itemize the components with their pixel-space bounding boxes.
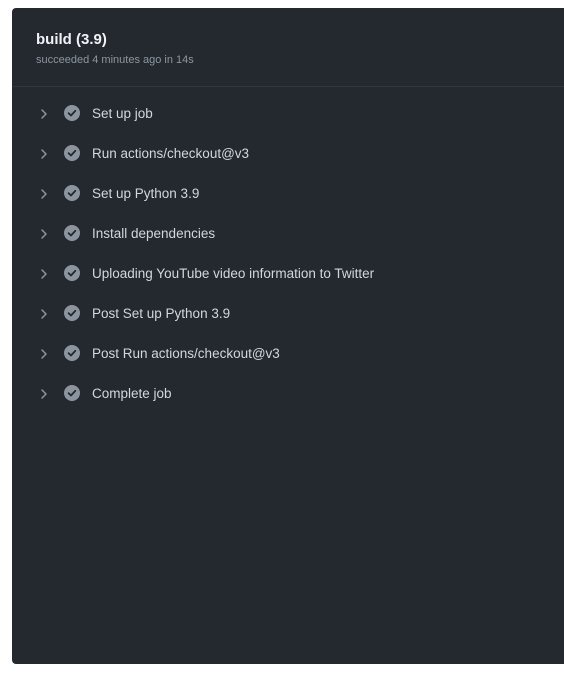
chevron-right-icon[interactable] [39, 107, 49, 121]
job-log-panel: build (3.9) succeeded 4 minutes ago in 1… [12, 8, 564, 664]
check-circle-icon [64, 105, 80, 121]
step-label: Complete job [92, 386, 172, 401]
step-label: Post Set up Python 3.9 [92, 306, 231, 321]
step-set-up-job[interactable]: Set up job [12, 94, 564, 134]
check-circle-icon [64, 185, 80, 201]
step-label: Post Run actions/checkout@v3 [92, 346, 280, 361]
step-label: Install dependencies [92, 226, 216, 241]
check-circle-icon [64, 265, 80, 281]
step-label: Set up Python 3.9 [92, 186, 200, 201]
chevron-right-icon[interactable] [39, 227, 49, 241]
chevron-right-icon[interactable] [39, 187, 49, 201]
job-title: build (3.9) [36, 31, 107, 48]
step-complete-job[interactable]: Complete job [12, 374, 564, 414]
chevron-right-icon[interactable] [39, 387, 49, 401]
job-header: build (3.9) succeeded 4 minutes ago in 1… [12, 8, 564, 87]
step-post-run-actions-checkout[interactable]: Post Run actions/checkout@v3 [12, 334, 564, 374]
step-install-dependencies[interactable]: Install dependencies [12, 214, 564, 254]
chevron-right-icon[interactable] [39, 147, 49, 161]
chevron-right-icon[interactable] [39, 267, 49, 281]
step-post-set-up-python[interactable]: Post Set up Python 3.9 [12, 294, 564, 334]
chevron-right-icon[interactable] [39, 347, 49, 361]
step-upload-youtube-info[interactable]: Uploading YouTube video information to T… [12, 254, 564, 294]
check-circle-icon [64, 145, 80, 161]
step-label: Set up job [92, 106, 153, 121]
check-circle-icon [64, 385, 80, 401]
step-run-actions-checkout[interactable]: Run actions/checkout@v3 [12, 134, 564, 174]
chevron-right-icon[interactable] [39, 307, 49, 321]
check-circle-icon [64, 305, 80, 321]
check-circle-icon [64, 225, 80, 241]
step-label: Uploading YouTube video information to T… [92, 266, 375, 281]
steps-list: Set up job Run actions/checkout@v3 Set u… [12, 94, 564, 414]
check-circle-icon [64, 345, 80, 361]
step-label: Run actions/checkout@v3 [92, 146, 250, 161]
step-set-up-python[interactable]: Set up Python 3.9 [12, 174, 564, 214]
job-status-summary: succeeded 4 minutes ago in 14s [36, 54, 194, 66]
